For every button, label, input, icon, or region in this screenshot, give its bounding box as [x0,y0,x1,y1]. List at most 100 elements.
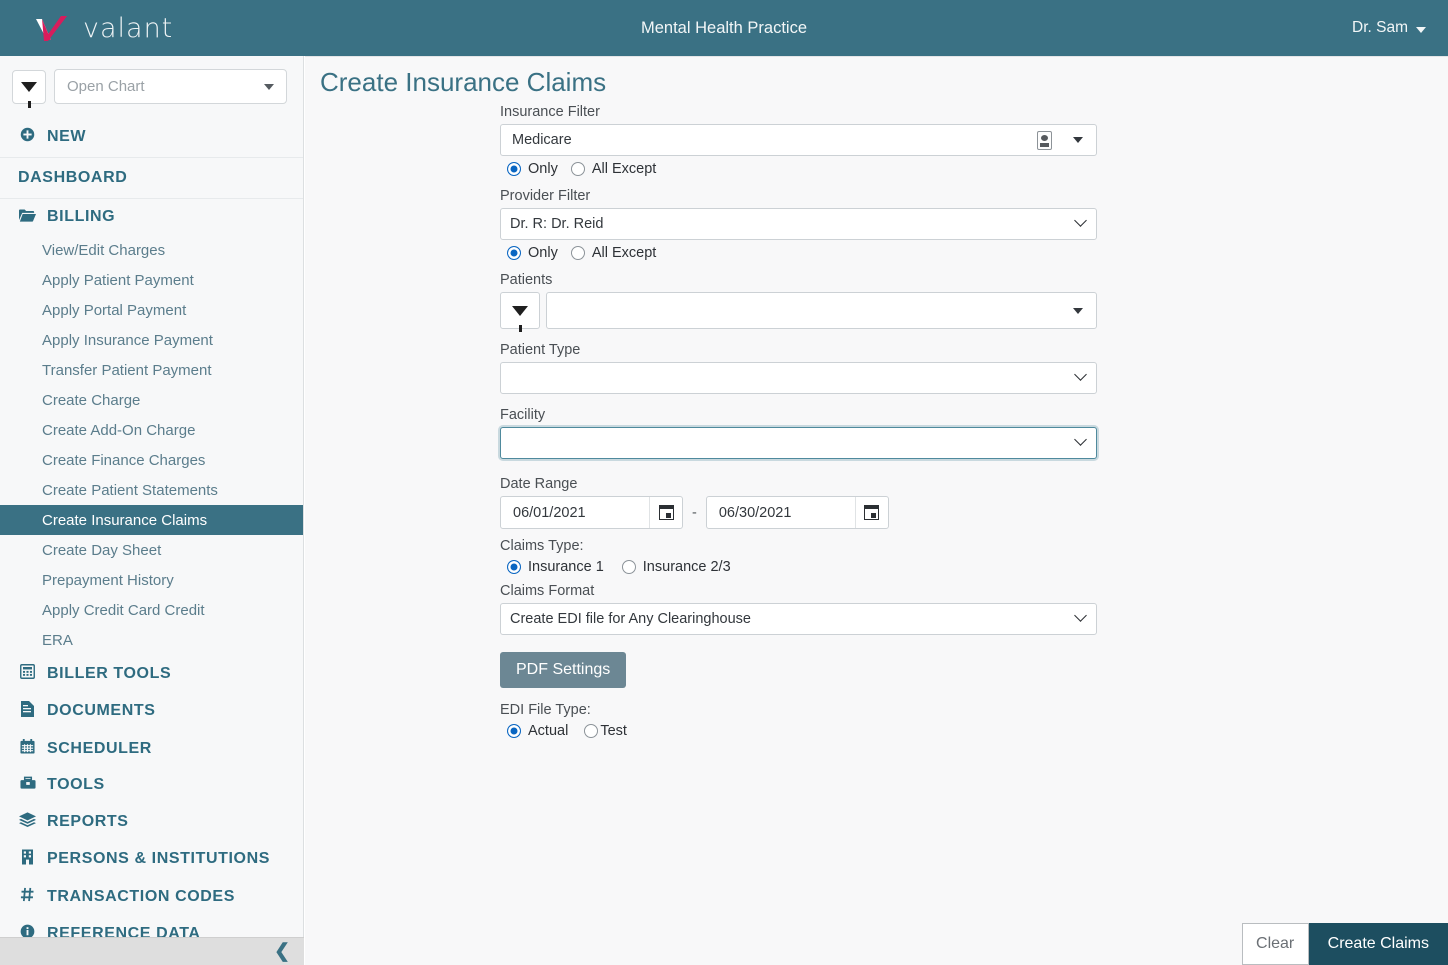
insurance-scope-only[interactable]: Only [507,161,558,177]
sidebar-item-biller-tools[interactable]: BILLER TOOLS [0,655,303,692]
patient-type-field: Patient Type [500,342,1100,394]
radio-indicator[interactable] [507,162,521,176]
facility-select-wrap [500,427,1097,459]
patients-filter-button[interactable] [500,292,540,332]
date-range-label: Date Range [500,476,578,492]
patients-select[interactable] [546,292,1097,329]
main-content: Create Insurance Claims Insurance Filter… [305,56,1448,965]
radio-label: Only [528,161,558,177]
sidebar-item-prepayment-history[interactable]: Prepayment History [0,565,303,595]
sidebar-item-tools[interactable]: TOOLS [0,767,303,803]
patient-type-label: Patient Type [500,342,581,358]
provider-filter-select[interactable]: Dr. R: Dr. Reid [500,208,1097,240]
sidebar-item-view-edit-charges[interactable]: View/Edit Charges [0,235,303,265]
sidebar-item-create-day-sheet[interactable]: Create Day Sheet [0,535,303,565]
insurance-filter-combo[interactable]: Medicare [500,124,1097,156]
sidebar-item-persons-institutions[interactable]: PERSONS & INSTITUTIONS [0,840,303,878]
user-menu[interactable]: Dr. Sam [1352,0,1426,56]
patients-field: Patients [500,272,1100,332]
sidebar-item-create-add-on-charge[interactable]: Create Add-On Charge [0,415,303,445]
sidebar-item-apply-insurance-payment[interactable]: Apply Insurance Payment [0,325,303,355]
provider-scope-all-except[interactable]: All Except [570,245,656,261]
edi-file-type-actual[interactable]: Actual [507,723,568,739]
sidebar-item-create-patient-statements[interactable]: Create Patient Statements [0,475,303,505]
id-card-icon[interactable] [1037,131,1052,150]
facility-select[interactable] [500,427,1097,459]
calendar-icon [864,505,880,520]
radio-indicator[interactable] [570,162,585,176]
sidebar-item-apply-credit-card-credit[interactable]: Apply Credit Card Credit [0,595,303,625]
insurance-scope-all-except[interactable]: All Except [570,161,657,177]
claims-type-field: Claims Type: Insurance 1 Insurance 2/3 [500,529,1100,583]
claims-type-radio-group: Insurance 1 Insurance 2/3 [500,558,1100,583]
start-date-input[interactable] [501,497,649,528]
start-date-calendar-button[interactable] [649,497,682,528]
sidebar-item-apply-portal-payment[interactable]: Apply Portal Payment [0,295,303,325]
provider-scope-radio-group: Only All Except [500,240,1100,272]
claims-format-select[interactable]: Create EDI file for Any Clearinghouse [500,603,1097,635]
sidebar-item-label: REFERENCE DATA [47,924,201,938]
sidebar-collapse-bar[interactable]: ❮ [0,937,304,965]
radio-indicator[interactable] [570,246,585,260]
sidebar-item-transaction-codes[interactable]: TRANSACTION CODES [0,878,303,915]
sidebar-item-new[interactable]: NEW [0,116,303,158]
pdf-settings-button[interactable]: PDF Settings [500,652,627,688]
sidebar-item-create-insurance-claims[interactable]: Create Insurance Claims [0,505,303,535]
edi-file-type-field: EDI File Type: Actual Test [500,688,1100,739]
claims-type-label: Claims Type: [500,538,584,554]
sidebar-item-dashboard[interactable]: DASHBOARD [0,158,303,199]
sidebar-item-create-finance-charges[interactable]: Create Finance Charges [0,445,303,475]
calendar-icon [658,505,674,520]
open-chart-select[interactable]: Open Chart [54,69,287,104]
sidebar-item-transfer-patient-payment[interactable]: Transfer Patient Payment [0,355,303,385]
sidebar-item-label: NEW [47,127,87,145]
provider-scope-only[interactable]: Only [507,245,558,261]
sidebar-item-reports[interactable]: REPORTS [0,803,303,840]
chart-filter-button[interactable] [12,69,46,108]
end-date-input[interactable] [706,497,855,528]
plus-circle-icon [18,127,37,146]
create-claims-form: Insurance Filter Medicare Only All Excep… [500,104,1100,739]
page-title: Create Insurance Claims [320,67,607,97]
sidebar-item-create-charge[interactable]: Create Charge [0,385,303,415]
sidebar-item-apply-patient-payment[interactable]: Apply Patient Payment [0,265,303,295]
sidebar-item-scheduler[interactable]: SCHEDULER [0,730,303,767]
calendar-icon [18,739,37,758]
brand-logo[interactable]: valant [34,13,173,44]
radio-indicator[interactable] [507,246,521,260]
sidebar-item-reference-data[interactable]: REFERENCE DATA [0,915,303,937]
document-icon [18,701,37,721]
caret-down-icon [1073,308,1083,314]
provider-filter-label: Provider Filter [500,188,591,204]
date-range-field: Date Range - [500,476,1100,529]
radio-indicator[interactable] [584,724,599,738]
insurance-scope-radio-group: Only All Except [500,156,1100,188]
create-claims-button[interactable]: Create Claims [1308,923,1448,965]
caret-down-icon [264,83,274,90]
claims-format-label: Claims Format [500,583,595,599]
insurance-filter-label: Insurance Filter [500,104,600,120]
radio-indicator[interactable] [621,560,636,574]
claims-format-select-wrap: Create EDI file for Any Clearinghouse [500,603,1097,635]
sidebar-item-era[interactable]: ERA [0,625,303,655]
radio-label: All Except [591,161,657,177]
calculator-icon [18,664,37,683]
footer-actions: Clear Create Claims [1241,923,1448,965]
claims-type-insurance-23[interactable]: Insurance 2/3 [621,559,731,575]
radio-indicator[interactable] [507,724,521,738]
radio-label: Insurance 1 [528,559,604,575]
edi-file-type-test[interactable]: Test [584,723,627,739]
date-range-separator: - [692,504,697,521]
radio-indicator[interactable] [507,560,521,574]
chevron-left-icon[interactable]: ❮ [274,942,290,961]
end-date-calendar-button[interactable] [854,497,888,528]
date-range-row: - [500,496,1100,529]
claims-type-insurance-1[interactable]: Insurance 1 [507,559,604,575]
clear-button[interactable]: Clear [1241,923,1309,965]
sidebar-item-label: PERSONS & INSTITUTIONS [47,850,270,867]
layers-icon [18,812,37,831]
user-name-label: Dr. Sam [1352,19,1408,36]
sidebar-item-billing[interactable]: BILLING [0,199,303,235]
sidebar-item-documents[interactable]: DOCUMENTS [0,692,303,730]
patient-type-select[interactable] [500,362,1097,394]
